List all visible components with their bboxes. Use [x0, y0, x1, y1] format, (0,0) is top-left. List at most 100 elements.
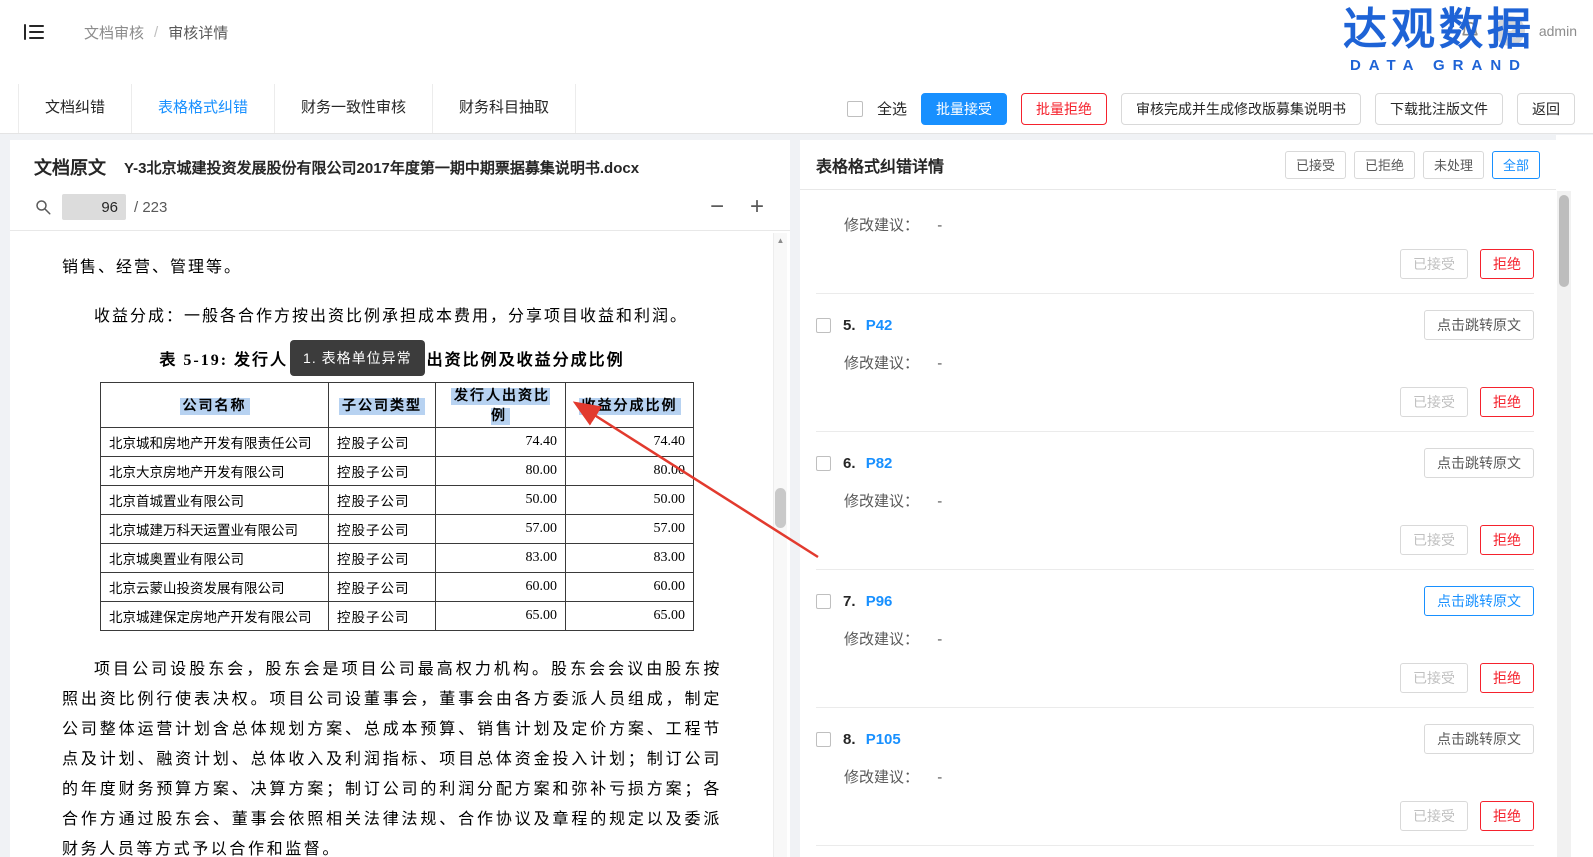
table-cell: 57.00 — [436, 515, 566, 544]
table-cell: 80.00 — [566, 457, 694, 486]
table-header-row: 公司名称 子公司类型 发行人出资比例 收益分成比例 — [101, 383, 694, 428]
table-cell: 83.00 — [566, 544, 694, 573]
table-caption-left: 表 5-19: 发行人 — [159, 346, 288, 370]
accepted-button[interactable]: 已接受 — [1400, 663, 1468, 693]
reject-button[interactable]: 拒绝 — [1480, 663, 1534, 693]
issue-page: P42 — [866, 317, 893, 334]
table-cell: 控股子公司 — [329, 428, 436, 457]
table-header-cell: 收益分成比例 — [566, 383, 694, 428]
status-filter-group: 已接受 已拒绝 未处理 全部 — [1285, 151, 1540, 179]
tab-financial-subject-extraction[interactable]: 财务科目抽取 — [433, 84, 576, 133]
accepted-button[interactable]: 已接受 — [1400, 801, 1468, 831]
filter-unprocessed[interactable]: 未处理 — [1423, 151, 1484, 179]
panel-scrollbar-thumb[interactable] — [1559, 195, 1569, 287]
search-icon[interactable] — [34, 198, 52, 216]
suggestion-value: - — [937, 769, 942, 786]
table-cell: 65.00 — [566, 602, 694, 631]
highlighted-header: 收益分成比例 — [579, 398, 681, 415]
jump-to-source-button[interactable]: 点击跳转原文 — [1424, 448, 1534, 478]
document-panel: 文档原文 Y-3北京城建投资发展股份有限公司2017年度第一期中期票据募集说明书… — [10, 140, 790, 857]
reject-button[interactable]: 拒绝 — [1480, 525, 1534, 555]
suggestion-label: 修改建议： — [844, 769, 919, 786]
table-cell: 北京首城置业有限公司 — [101, 486, 329, 515]
suggestion-row: 修改建议： - — [844, 628, 1534, 649]
table-cell: 北京城奥置业有限公司 — [101, 544, 329, 573]
page-number-input[interactable] — [62, 194, 126, 220]
issue-checkbox[interactable] — [816, 732, 831, 747]
issue-number: 5. — [843, 317, 856, 334]
filter-accepted[interactable]: 已接受 — [1285, 151, 1346, 179]
jump-to-source-button-active[interactable]: 点击跳转原文 — [1424, 586, 1534, 616]
document-header: 文档原文 Y-3北京城建投资发展股份有限公司2017年度第一期中期票据募集说明书… — [10, 140, 790, 188]
issue-checkbox[interactable] — [816, 456, 831, 471]
collapse-menu-icon[interactable] — [22, 20, 46, 44]
tab-table-format-correction[interactable]: 表格格式纠错 — [132, 84, 275, 133]
document-scrollbar[interactable]: ▲ — [773, 233, 787, 857]
table-row: 北京城和房地产开发有限责任公司 控股子公司 74.40 74.40 — [101, 428, 694, 457]
document-filename: Y-3北京城建投资发展股份有限公司2017年度第一期中期票据募集说明书.docx — [124, 157, 639, 178]
finish-generate-button[interactable]: 审核完成并生成修改版募集说明书 — [1121, 93, 1361, 125]
select-all-checkbox[interactable] — [847, 101, 863, 117]
suggestion-label: 修改建议： — [844, 217, 919, 234]
filter-rejected[interactable]: 已拒绝 — [1354, 151, 1415, 179]
table-cell: 控股子公司 — [329, 486, 436, 515]
user-avatar[interactable] — [1495, 16, 1525, 46]
issue-actions: 已接受 拒绝 — [816, 663, 1534, 693]
issue-actions: 已接受 拒绝 — [816, 525, 1534, 555]
suggestion-label: 修改建议： — [844, 493, 919, 510]
table-row: 北京城奥置业有限公司 控股子公司 83.00 83.00 — [101, 544, 694, 573]
zoom-in-button[interactable]: + — [744, 194, 770, 220]
table-cell: 北京大京房地产开发有限公司 — [101, 457, 329, 486]
table-header-cell: 公司名称 — [101, 383, 329, 428]
issue-item: 7. P96 点击跳转原文 修改建议： - 已接受 拒绝 — [816, 570, 1534, 708]
accepted-button[interactable]: 已接受 — [1400, 387, 1468, 417]
tab-financial-consistency[interactable]: 财务一致性审核 — [275, 84, 433, 133]
issue-page: P105 — [866, 731, 901, 748]
filter-all[interactable]: 全部 — [1492, 151, 1540, 179]
jump-to-source-button[interactable]: 点击跳转原文 — [1424, 724, 1534, 754]
batch-reject-button[interactable]: 批量拒绝 — [1021, 93, 1107, 125]
table-cell: 50.00 — [566, 486, 694, 515]
suggestion-value: - — [937, 631, 942, 648]
reject-button[interactable]: 拒绝 — [1480, 801, 1534, 831]
table-cell: 控股子公司 — [329, 515, 436, 544]
issue-checkbox[interactable] — [816, 318, 831, 333]
user-name[interactable]: admin — [1539, 23, 1577, 39]
logo-en-text: DATA GRAND — [1343, 56, 1535, 76]
breadcrumb-section[interactable]: 文档审核 — [84, 22, 144, 43]
issue-actions: 已接受 拒绝 — [816, 249, 1534, 279]
reject-button[interactable]: 拒绝 — [1480, 249, 1534, 279]
zoom-out-button[interactable]: − — [704, 194, 730, 220]
table-cell: 60.00 — [436, 573, 566, 602]
download-annotated-button[interactable]: 下载批注版文件 — [1375, 93, 1503, 125]
reject-button[interactable]: 拒绝 — [1480, 387, 1534, 417]
issue-checkbox[interactable] — [816, 594, 831, 609]
table-cell: 北京城建保定房地产开发有限公司 — [101, 602, 329, 631]
panel-scrollbar[interactable] — [1557, 191, 1571, 857]
issue-actions: 已接受 拒绝 — [816, 801, 1534, 831]
document-scrollbar-thumb[interactable] — [775, 488, 786, 528]
issue-actions: 已接受 拒绝 — [816, 387, 1534, 417]
jump-to-source-button[interactable]: 点击跳转原文 — [1424, 310, 1534, 340]
highlighted-header: 子公司类型 — [339, 398, 425, 415]
table-cell: 北京城建万科天运置业有限公司 — [101, 515, 329, 544]
breadcrumb-separator: / — [154, 24, 158, 41]
table-cell: 控股子公司 — [329, 457, 436, 486]
suggestion-row: 修改建议： - — [844, 352, 1534, 373]
tab-doc-correction[interactable]: 文档纠错 — [18, 84, 132, 133]
issue-title: 5. P42 — [843, 317, 892, 334]
table-cell: 控股子公司 — [329, 544, 436, 573]
accepted-button[interactable]: 已接受 — [1400, 525, 1468, 555]
back-button[interactable]: 返回 — [1517, 93, 1575, 125]
doc-text-line: 销售、经营、管理等。 — [62, 253, 722, 277]
accepted-button[interactable]: 已接受 — [1400, 249, 1468, 279]
table-cell: 50.00 — [436, 486, 566, 515]
main-content: 文档原文 Y-3北京城建投资发展股份有限公司2017年度第一期中期票据募集说明书… — [0, 134, 1593, 857]
batch-accept-button[interactable]: 批量接受 — [921, 93, 1007, 125]
table-cell: 74.40 — [436, 428, 566, 457]
suggestion-row: 修改建议： - — [844, 766, 1534, 787]
notification-bell-icon[interactable] — [1459, 20, 1481, 42]
scroll-up-arrow-icon[interactable]: ▲ — [774, 233, 787, 247]
table-header-cell: 发行人出资比例 — [436, 383, 566, 428]
table-cell: 57.00 — [566, 515, 694, 544]
